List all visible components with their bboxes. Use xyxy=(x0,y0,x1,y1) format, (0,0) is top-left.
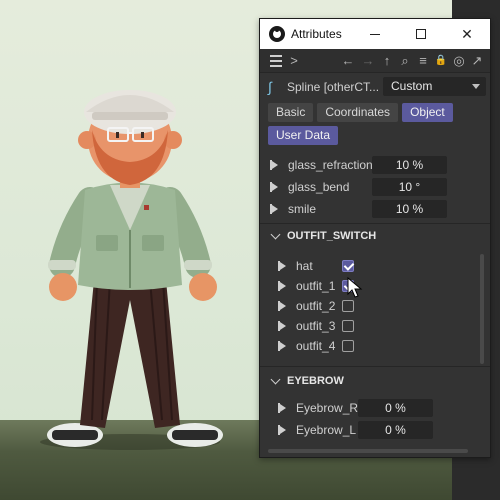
hat-checkbox[interactable] xyxy=(342,260,354,272)
tab-coordinates[interactable]: Coordinates xyxy=(317,103,399,122)
checkbox-label: outfit_3 xyxy=(296,319,336,333)
checkbox-row: outfit_4 xyxy=(260,336,490,356)
animate-icon[interactable] xyxy=(278,261,286,271)
divider xyxy=(260,366,490,367)
animate-icon[interactable] xyxy=(278,403,286,413)
checkbox-row: hat xyxy=(260,256,490,276)
checkbox-row: outfit_2 xyxy=(260,296,490,316)
checkbox-label: outfit_1 xyxy=(296,279,336,293)
property-row: Eyebrow_R 0 % xyxy=(260,397,490,419)
checkbox-row: outfit_3 xyxy=(260,316,490,336)
maximize-button[interactable] xyxy=(398,19,444,49)
chevron-down-icon xyxy=(270,229,281,240)
search-icon[interactable]: ⌕ xyxy=(396,49,414,73)
checkbox-row: outfit_1 xyxy=(260,276,490,296)
outfit-switch-group-header[interactable]: OUTFIT_SWITCH xyxy=(260,224,490,248)
property-label: glass_bend xyxy=(288,180,350,194)
properties-scroll-area[interactable]: glass_refraction 10 % glass_bend 10 ° sm… xyxy=(260,154,490,454)
chevron-down-icon xyxy=(270,374,281,385)
property-row: Eyebrow_L 0 % xyxy=(260,419,490,441)
mode-dropdown-value: Custom xyxy=(391,79,433,93)
forward-arrow-icon[interactable]: → xyxy=(358,49,378,73)
animate-icon[interactable] xyxy=(278,341,286,351)
back-arrow-icon[interactable]: ← xyxy=(338,49,358,73)
property-row: glass_bend 10 ° xyxy=(260,176,490,198)
spline-icon: ∫ xyxy=(268,79,272,95)
property-label: Eyebrow_L xyxy=(296,423,357,437)
window-title: Attributes xyxy=(291,27,342,41)
tab-basic[interactable]: Basic xyxy=(268,103,314,122)
animate-icon[interactable] xyxy=(278,321,286,331)
attributes-panel: Attributes ✕ > ← → ↑ ⌕ ≡ 🔒 ◎ ↗ ∫ Spline … xyxy=(259,18,491,458)
object-name: Spline [otherCT... xyxy=(287,80,379,94)
smile-field[interactable]: 10 % xyxy=(372,200,447,218)
animate-icon[interactable] xyxy=(270,204,278,214)
outfit-3-checkbox[interactable] xyxy=(342,320,354,332)
checkbox-label: outfit_2 xyxy=(296,299,336,313)
mode-dropdown[interactable]: Custom xyxy=(383,77,486,96)
object-header: ∫ Spline [otherCT... Custom xyxy=(260,73,490,101)
eyebrow-l-field[interactable]: 0 % xyxy=(358,421,433,439)
tab-object[interactable]: Object xyxy=(402,103,453,122)
animate-icon[interactable] xyxy=(270,182,278,192)
close-button[interactable]: ✕ xyxy=(444,19,490,49)
character-render xyxy=(40,90,223,450)
menu-icon[interactable] xyxy=(266,49,286,73)
property-row: glass_refraction 10 % xyxy=(260,154,490,176)
outfit-2-checkbox[interactable] xyxy=(342,300,354,312)
property-row: smile 10 % xyxy=(260,198,490,220)
filter-icon[interactable]: ≡ xyxy=(414,49,432,73)
tab-user-data[interactable]: User Data xyxy=(268,126,339,145)
tab-bar: Basic Coordinates Object User Data xyxy=(260,101,490,145)
animate-icon[interactable] xyxy=(270,160,278,170)
horizontal-scrollbar[interactable] xyxy=(268,449,468,453)
group-title: EYEBROW xyxy=(287,375,344,387)
eyebrow-r-field[interactable]: 0 % xyxy=(358,399,433,417)
minimize-icon xyxy=(370,33,380,35)
chevron-down-icon xyxy=(472,84,480,89)
checkbox-label: outfit_4 xyxy=(296,339,336,353)
more-icon[interactable]: > xyxy=(286,49,302,73)
maximize-icon xyxy=(416,29,426,39)
vertical-scrollbar[interactable] xyxy=(480,254,484,364)
animate-icon[interactable] xyxy=(278,301,286,311)
lock-icon[interactable]: 🔒 xyxy=(432,49,450,73)
up-arrow-icon[interactable]: ↑ xyxy=(378,49,396,73)
group-title: OUTFIT_SWITCH xyxy=(287,230,377,242)
property-label: smile xyxy=(288,202,317,216)
glass-refraction-field[interactable]: 10 % xyxy=(372,156,447,174)
animate-icon[interactable] xyxy=(278,425,286,435)
mouse-cursor-icon xyxy=(347,277,363,298)
cinema4d-app-icon xyxy=(269,26,285,42)
target-icon[interactable]: ◎ xyxy=(450,49,468,73)
eyebrow-group-header[interactable]: EYEBROW xyxy=(260,369,490,393)
close-icon: ✕ xyxy=(461,25,473,42)
new-window-icon[interactable]: ↗ xyxy=(468,49,486,73)
property-label: glass_refraction xyxy=(288,158,373,172)
attributes-toolbar: > ← → ↑ ⌕ ≡ 🔒 ◎ ↗ xyxy=(260,49,490,73)
property-label: Eyebrow_R xyxy=(296,401,359,415)
title-bar[interactable]: Attributes ✕ xyxy=(260,19,490,49)
outfit-4-checkbox[interactable] xyxy=(342,340,354,352)
checkbox-label: hat xyxy=(296,259,313,273)
animate-icon[interactable] xyxy=(278,281,286,291)
minimize-button[interactable] xyxy=(352,19,398,49)
glass-bend-field[interactable]: 10 ° xyxy=(372,178,447,196)
